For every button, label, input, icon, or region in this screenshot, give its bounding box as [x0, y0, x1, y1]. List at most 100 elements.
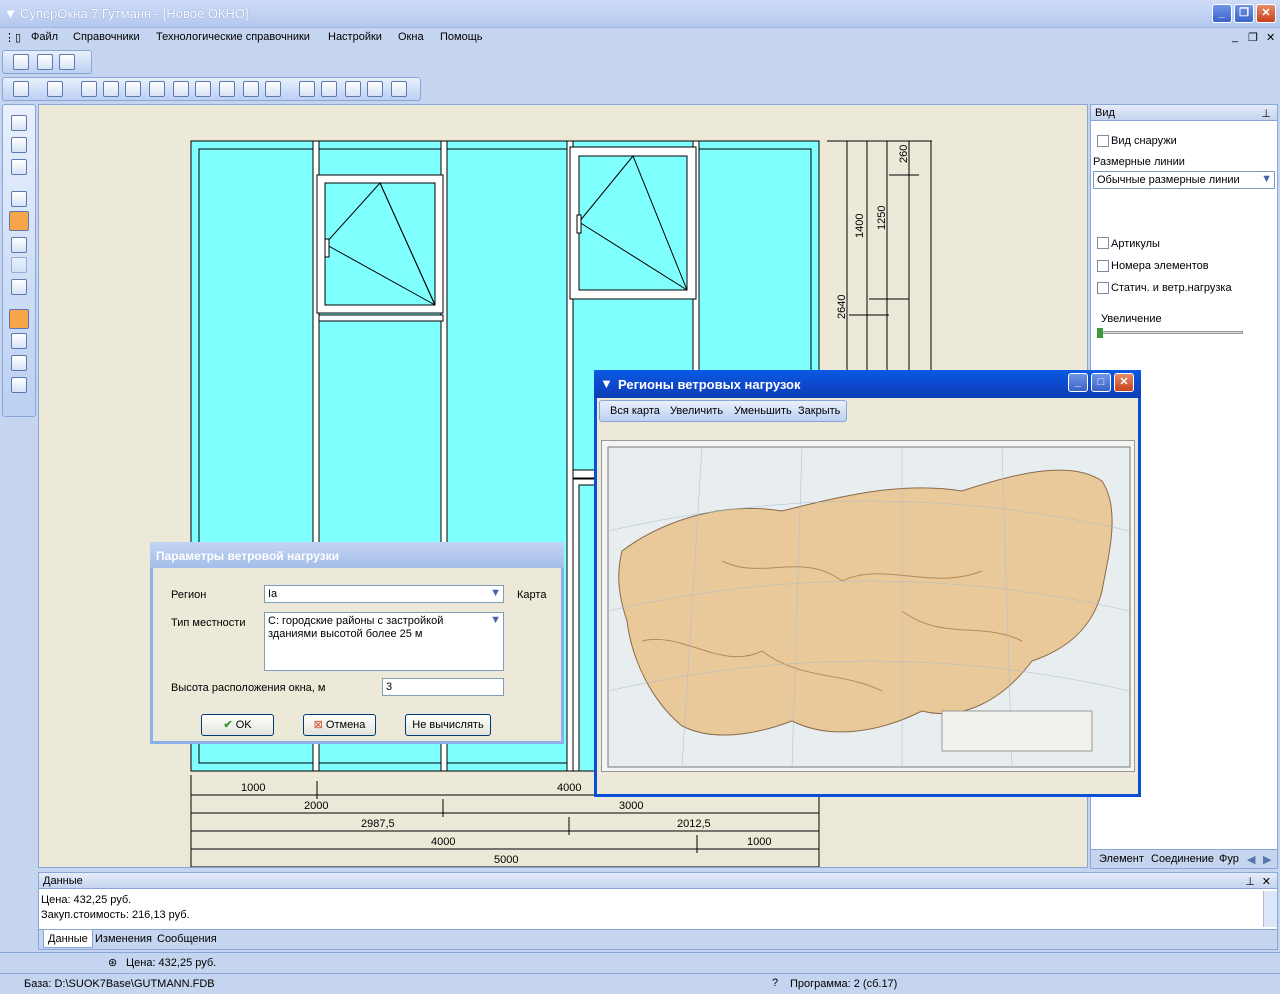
- zoom-in-button[interactable]: Увеличить: [670, 405, 723, 417]
- minimize-button[interactable]: _: [1212, 4, 1232, 23]
- ok-button[interactable]: ✔ OK: [201, 714, 274, 736]
- articles-checkbox[interactable]: [1097, 237, 1109, 249]
- status-bar: База: D:\SUOK7Base\GUTMANN.FDB ? Програм…: [0, 973, 1280, 994]
- no-calc-button[interactable]: Не вычислять: [405, 714, 491, 736]
- region-select[interactable]: Ia ▼: [264, 585, 504, 603]
- report-icon[interactable]: [11, 355, 27, 371]
- undo-icon[interactable]: [11, 237, 27, 253]
- outside-view-checkbox[interactable]: [1097, 135, 1109, 147]
- dim-1400: 1400: [854, 214, 866, 238]
- redo-icon[interactable]: [11, 257, 27, 273]
- frame-icon[interactable]: [47, 81, 63, 97]
- dim-1000-b: 1000: [747, 836, 771, 848]
- chevron-down-icon: ▼: [490, 587, 501, 599]
- table-icon[interactable]: [11, 333, 27, 349]
- map-link[interactable]: Карта: [517, 589, 546, 601]
- restore-button[interactable]: ❐: [1234, 4, 1254, 23]
- terrain-select[interactable]: С: городские районы с застройкой зданиям…: [264, 612, 504, 671]
- menu-dictionaries[interactable]: Справочники: [73, 31, 140, 43]
- list-icon[interactable]: [11, 377, 27, 393]
- dim-lines-select[interactable]: Обычные размерные линии ▼: [1093, 171, 1275, 189]
- menu-tech-dictionaries[interactable]: Технологические справочники: [156, 31, 310, 43]
- cancel-icon: ⊠: [313, 719, 323, 731]
- layout-icon[interactable]: [391, 81, 407, 97]
- menu-help[interactable]: Помощь: [440, 31, 483, 43]
- print-icon[interactable]: [59, 54, 75, 70]
- tab-next-icon[interactable]: ▶: [1263, 853, 1271, 866]
- cancel-button[interactable]: ⊠ Отмена: [303, 714, 376, 736]
- wind-region-map[interactable]: [601, 440, 1135, 772]
- properties-icon[interactable]: [11, 191, 27, 207]
- close-map-button[interactable]: Закрыть: [798, 405, 840, 417]
- dim-1000-a: 1000: [241, 782, 265, 794]
- zoom-out-button[interactable]: Уменьшить: [734, 405, 792, 417]
- measure-icon[interactable]: [265, 81, 281, 97]
- zoom-slider[interactable]: [1099, 331, 1243, 334]
- sash-icon[interactable]: [125, 81, 141, 97]
- view-panel-title: Вид: [1095, 107, 1115, 119]
- accessory-icon[interactable]: [345, 81, 361, 97]
- tab-data[interactable]: Данные: [43, 930, 93, 948]
- map-maximize-button[interactable]: □: [1091, 373, 1111, 392]
- hand-icon[interactable]: [9, 309, 29, 329]
- map-minimize-button[interactable]: _: [1068, 373, 1088, 392]
- grid-icon[interactable]: [367, 81, 383, 97]
- tab-changes[interactable]: Изменения: [91, 930, 156, 948]
- height-input[interactable]: 3: [382, 678, 504, 696]
- delete-icon[interactable]: [81, 81, 97, 97]
- insert-icon[interactable]: [13, 81, 29, 97]
- add-document-icon[interactable]: [37, 54, 53, 70]
- static-load-checkbox[interactable]: [1097, 282, 1109, 294]
- data-panel-header: Данные ⊥ ✕: [39, 873, 1277, 889]
- wind-dialog-titlebar: Параметры ветровой нагрузки: [150, 542, 564, 568]
- save-icon[interactable]: [11, 115, 27, 131]
- map-close-button[interactable]: ✕: [1114, 373, 1134, 392]
- dim-260: 260: [898, 145, 910, 163]
- zoom-slider-thumb[interactable]: [1097, 328, 1103, 338]
- data-scrollbar[interactable]: [1263, 891, 1277, 927]
- menu-bar: ⋮▯ Файл Справочники Технологические спра…: [0, 28, 1280, 48]
- tab-prev-icon[interactable]: ◀: [1247, 853, 1255, 866]
- tab-connection[interactable]: Соединение: [1147, 850, 1218, 868]
- region-label: Регион: [171, 589, 207, 601]
- transom-icon[interactable]: [219, 81, 235, 97]
- split-icon[interactable]: [243, 81, 259, 97]
- data-panel: Данные ⊥ ✕ Цена: 432,25 руб. Закуп.стоимос…: [38, 872, 1278, 950]
- pin-icon[interactable]: ⊥: [1261, 107, 1271, 120]
- glass-icon[interactable]: [173, 81, 189, 97]
- toolbar-vertical: [2, 104, 36, 417]
- mdi-restore-icon[interactable]: ❐: [1248, 31, 1258, 44]
- help-icon: ?: [772, 977, 779, 989]
- app-title: СуперОкна 7 Гутманн - [Новое ОКНО]: [20, 6, 249, 21]
- mullion-icon[interactable]: [195, 81, 211, 97]
- profile-icon[interactable]: [103, 81, 119, 97]
- hardware-icon[interactable]: [149, 81, 165, 97]
- move-icon[interactable]: [9, 211, 29, 231]
- app-icon: ▼: [4, 6, 17, 21]
- tab-messages[interactable]: Сообщения: [153, 930, 221, 948]
- checkmark-icon: ✔: [223, 719, 233, 731]
- menu-file[interactable]: Файл: [31, 31, 58, 43]
- app-titlebar: ▼ СуперОкна 7 Гутманн - [Новое ОКНО] _ ❐…: [0, 0, 1280, 28]
- close-button[interactable]: ✕: [1256, 4, 1276, 23]
- arch-icon[interactable]: [299, 81, 315, 97]
- element-numbers-checkbox[interactable]: [1097, 260, 1109, 272]
- tab-hardware[interactable]: Фур: [1215, 850, 1243, 868]
- menu-windows[interactable]: Окна: [398, 31, 424, 43]
- tab-element[interactable]: Элемент: [1095, 850, 1148, 868]
- close-icon[interactable]: ✕: [1262, 875, 1271, 888]
- mdi-close-icon[interactable]: ✕: [1266, 31, 1275, 44]
- zoom-icon[interactable]: [11, 279, 27, 295]
- dim-2640: 2640: [836, 295, 848, 319]
- menu-settings[interactable]: Настройки: [328, 31, 382, 43]
- copy-icon[interactable]: [11, 137, 27, 153]
- dim-lines-label: Размерные линии: [1093, 156, 1185, 168]
- new-document-icon[interactable]: [13, 54, 29, 70]
- edit-icon[interactable]: [11, 159, 27, 175]
- purchase-cost-line: Закуп.стоимость: 216,13 руб.: [41, 909, 190, 921]
- toolbar-edit: [2, 77, 421, 101]
- pin-icon[interactable]: ⊥: [1245, 875, 1255, 888]
- whole-map-button[interactable]: Вся карта: [610, 405, 660, 417]
- handle-icon[interactable]: [321, 81, 337, 97]
- mdi-minimize-icon[interactable]: _: [1232, 31, 1238, 43]
